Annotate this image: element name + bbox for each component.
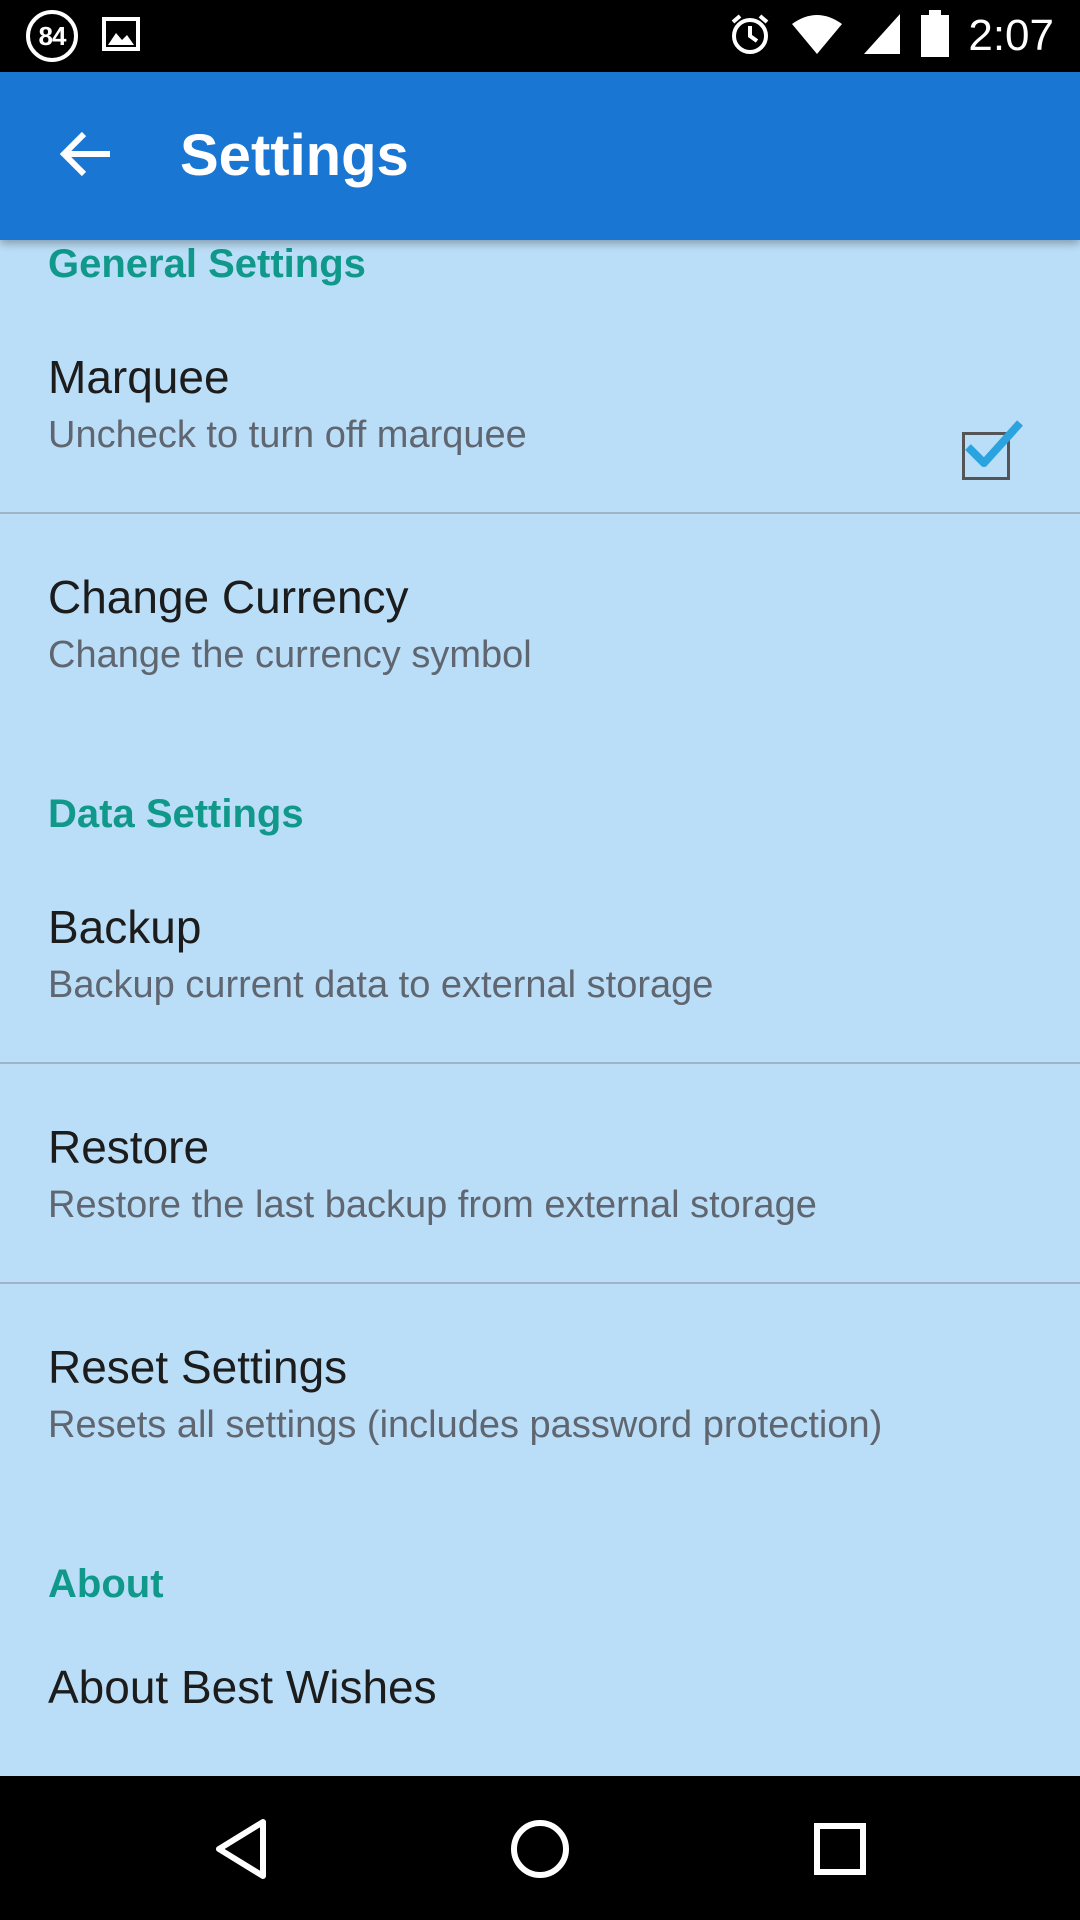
section-header-about: About (48, 1562, 164, 1606)
settings-list[interactable]: General Settings Marquee Uncheck to turn… (0, 240, 1080, 1776)
signal-icon (862, 12, 902, 61)
arrow-back-icon (59, 131, 112, 182)
nav-back-button[interactable] (196, 1806, 286, 1896)
section-header-data: Data Settings (48, 792, 304, 836)
pref-reset-settings[interactable]: Reset Settings Resets all settings (incl… (0, 1284, 1080, 1504)
recents-square-icon (812, 1821, 868, 1882)
marquee-checkbox[interactable] (962, 420, 1023, 480)
pref-change-currency[interactable]: Change Currency Change the currency symb… (0, 514, 1080, 734)
back-button[interactable] (46, 116, 126, 196)
pref-marquee-title: Marquee (48, 351, 230, 403)
pref-about-app[interactable]: About Best Wishes (0, 1614, 1080, 1776)
pref-marquee[interactable]: Marquee Uncheck to turn off marquee (0, 294, 1080, 512)
battery-icon (920, 9, 950, 63)
nav-home-button[interactable] (495, 1806, 585, 1896)
pref-currency-title: Change Currency (48, 571, 409, 623)
pref-backup-summary: Backup current data to external storage (48, 964, 714, 1006)
nav-recents-button[interactable] (795, 1806, 885, 1896)
section-header-general: General Settings (48, 242, 366, 286)
status-bar-right: 2:07 (728, 8, 1054, 64)
pref-currency-summary: Change the currency symbol (48, 634, 532, 676)
pref-reset-summary: Resets all settings (includes password p… (48, 1404, 883, 1446)
navigation-bar (0, 1776, 1080, 1920)
notification-count-badge: 84 (26, 10, 78, 62)
pref-marquee-summary: Uncheck to turn off marquee (48, 414, 527, 456)
alarm-icon (728, 12, 772, 61)
home-circle-icon (509, 1818, 571, 1885)
app-bar: Settings (0, 72, 1080, 240)
pref-backup-title: Backup (48, 901, 202, 953)
wifi-icon (790, 12, 844, 61)
page-title: Settings (180, 123, 409, 188)
pref-restore[interactable]: Restore Restore the last backup from ext… (0, 1064, 1080, 1282)
pref-restore-title: Restore (48, 1121, 210, 1173)
pref-backup[interactable]: Backup Backup current data to external s… (0, 844, 1080, 1062)
status-bar: 84 2:07 (0, 0, 1080, 72)
pref-reset-title: Reset Settings (48, 1341, 348, 1393)
status-time: 2:07 (968, 11, 1054, 60)
pref-restore-summary: Restore the last backup from external st… (48, 1184, 817, 1226)
pref-about-title: About Best Wishes (48, 1661, 437, 1713)
status-bar-left: 84 (26, 10, 140, 62)
image-icon (102, 16, 140, 56)
back-triangle-icon (213, 1818, 269, 1885)
